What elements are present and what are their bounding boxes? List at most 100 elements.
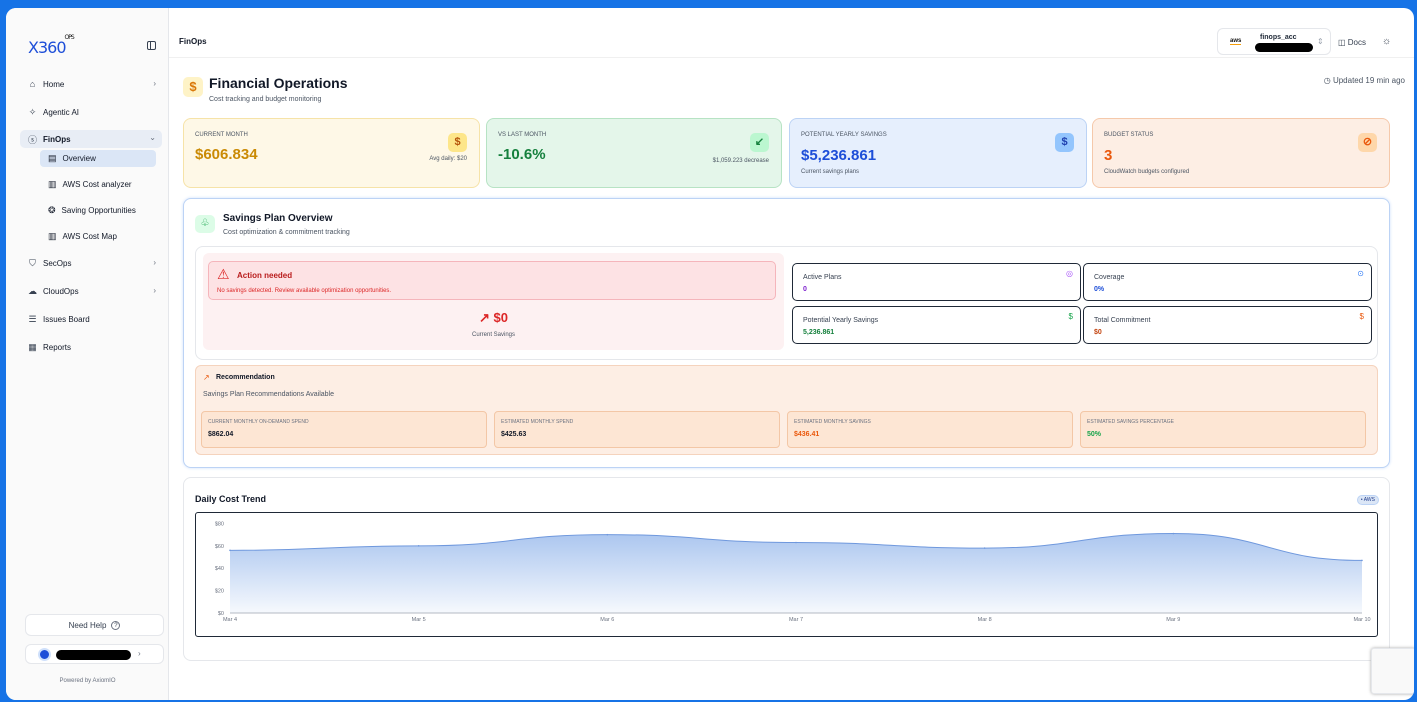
- metric-label: Coverage: [1094, 274, 1125, 281]
- sidebar-item-home[interactable]: ⌂ Home ›: [20, 70, 162, 98]
- daily-cost-trend: Daily Cost Trend • AWS $0 $20 $40 $60 $80 Mar…: [183, 477, 1390, 661]
- sidebar-item-label: Reports: [43, 342, 72, 352]
- stat-value: $606.834: [195, 146, 258, 163]
- updated-label: Updated 19 min ago: [1332, 76, 1405, 85]
- sidebar-toggle-icon[interactable]: [147, 41, 156, 50]
- page-title: Financial Operations: [209, 75, 348, 91]
- sidebar-subitem-saving-opportunities[interactable]: ❂ Saving Opportunities: [20, 197, 162, 223]
- sidebar-item-finops[interactable]: ⓢ FinOps ⌄: [20, 130, 162, 148]
- metric-value: 5,236.861: [803, 329, 835, 336]
- sidebar-item-reports[interactable]: ▦ Reports: [20, 333, 162, 361]
- avatar: [38, 648, 51, 661]
- metric-value: 0: [803, 286, 807, 293]
- updated-timestamp: ◷ Updated 19 min ago: [1324, 76, 1405, 85]
- dollar-icon: $: [1055, 133, 1074, 152]
- sparkle-icon: ✧: [28, 106, 37, 117]
- recommendation-subtitle: Savings Plan Recommendations Available: [203, 391, 335, 398]
- trend-down-icon: ↙: [750, 133, 769, 152]
- metric-coverage: Coverage 0% ⊙: [1083, 263, 1372, 301]
- y-tick-label: $20: [215, 589, 224, 595]
- data-point: [1172, 532, 1175, 535]
- metric-value: 0%: [1094, 286, 1105, 293]
- check-circle-icon: ⊙: [1357, 269, 1364, 278]
- sidebar-subitem-aws-cost-analyzer[interactable]: ▥ AWS Cost analyzer: [20, 171, 162, 197]
- warning-icon: ⚠: [217, 266, 230, 282]
- dollar-icon: $: [183, 77, 203, 97]
- piggy-bank-icon: ♧: [195, 215, 215, 233]
- stat-note: $1,059.223 decrease: [712, 158, 769, 164]
- area-chart: $0$20$40$60$80Mar 4 Mar 5 Mar 6 Mar 7 Mar 8M…: [215, 521, 1371, 623]
- chevron-down-icon: ⌄: [149, 133, 156, 142]
- data-point: [983, 547, 986, 549]
- chart-icon: ▥: [48, 178, 57, 189]
- sidebar-subitem-label: AWS Cost Map: [62, 231, 117, 241]
- account-name: finops_acc: [1260, 34, 1297, 41]
- metric-label: Total Commitment: [1094, 317, 1151, 324]
- current-savings-value: ↗ $0: [203, 310, 784, 326]
- metric-potential-yearly-savings: Potential Yearly Savings 5,236.861 $: [792, 306, 1081, 344]
- sidebar-item-issues-board[interactable]: ☰ Issues Board: [20, 305, 162, 333]
- rec-value: $862.04: [208, 431, 234, 438]
- stat-value: -10.6%: [498, 146, 546, 163]
- sidebar-item-label: Agentic AI: [43, 107, 80, 117]
- action-needed-alert: ⚠ Action needed No savings detected. Rev…: [208, 261, 776, 300]
- section-title: Savings Plan Overview: [223, 213, 333, 224]
- sidebar-item-secops[interactable]: ⛉ SecOps ›: [20, 249, 162, 277]
- alert-description: No savings detected. Review available op…: [217, 288, 392, 294]
- recommendation-title: Recommendation: [216, 374, 275, 381]
- metric-label: Active Plans: [803, 274, 842, 281]
- main-content: $ Financial Operations Cost tracking and…: [169, 59, 1414, 700]
- rec-value: $436.41: [794, 431, 820, 438]
- board-icon: ☰: [28, 313, 37, 324]
- rec-label: ESTIMATED SAVINGS PERCENTAGE: [1087, 419, 1174, 425]
- logo-sup: OPS: [64, 33, 75, 41]
- book-icon: ◫: [1338, 38, 1348, 47]
- alert-title: Action needed: [237, 271, 293, 280]
- rec-box-estimated-savings: ESTIMATED MONTHLY SAVINGS $436.41: [787, 411, 1073, 448]
- rec-box-estimated-spend: ESTIMATED MONTHLY SPEND $425.63: [494, 411, 780, 448]
- dollar-circle-icon: ⓢ: [28, 134, 38, 145]
- sidebar-item-agentic-ai[interactable]: ✧ Agentic AI: [20, 98, 162, 126]
- need-help-button[interactable]: Need Help ?: [25, 614, 164, 636]
- stat-card-potential-savings: POTENTIAL YEARLY SAVINGS $5,236.861 Curr…: [789, 118, 1087, 188]
- stat-label: CURRENT MONTH: [195, 132, 248, 138]
- y-tick-label: $40: [215, 566, 224, 572]
- stat-card-vs-last-month: VS LAST MONTH -10.6% $1,059.223 decrease…: [486, 118, 782, 188]
- theme-toggle-icon[interactable]: ☼: [1382, 36, 1391, 47]
- chart-title: Daily Cost Trend: [195, 494, 267, 504]
- rec-value: $425.63: [501, 431, 527, 438]
- shield-icon: ⛉: [29, 257, 36, 268]
- logo[interactable]: X360OPS: [28, 34, 75, 57]
- data-point: [229, 549, 231, 552]
- docs-link[interactable]: ◫ Docs: [1338, 38, 1366, 47]
- trend-up-icon: ↗: [203, 373, 210, 382]
- metric-total-commitment: Total Commitment $0 $: [1083, 306, 1372, 344]
- help-circle-icon: ?: [111, 620, 121, 630]
- savings-plan-overview: ♧ Savings Plan Overview Cost optimizatio…: [183, 198, 1390, 468]
- need-help-label: Need Help: [68, 620, 107, 630]
- sidebar-subitem-overview[interactable]: ▤ Overview: [40, 150, 156, 167]
- stat-note: Avg daily: $20: [429, 156, 467, 162]
- stat-label: VS LAST MONTH: [498, 132, 547, 138]
- sidebar-item-label: CloudOps: [43, 286, 79, 296]
- metric-label: Potential Yearly Savings: [803, 317, 879, 324]
- account-selector[interactable]: aws finops_acc ⇕: [1217, 28, 1331, 55]
- chevron-right-icon: ›: [138, 649, 141, 658]
- aws-logo-icon: aws: [1230, 38, 1242, 45]
- target-icon: ◎: [1066, 269, 1073, 278]
- chevron-right-icon: ›: [153, 258, 156, 267]
- chevron-right-icon: ›: [153, 79, 156, 88]
- cloud-icon: ☁: [28, 285, 37, 296]
- budget-icon: ⊘: [1358, 133, 1377, 152]
- coins-icon: ❂: [48, 204, 56, 215]
- metric-value: $0: [1094, 329, 1102, 336]
- user-menu[interactable]: ›: [25, 644, 164, 664]
- recaptcha-badge[interactable]: [1371, 648, 1414, 694]
- current-savings-label: Current Savings: [471, 332, 516, 338]
- dollar-icon: $: [1068, 312, 1073, 321]
- sidebar-item-cloudops[interactable]: ☁ CloudOps ›: [20, 277, 162, 305]
- sidebar-subitem-aws-cost-map[interactable]: ▥ AWS Cost Map: [20, 223, 162, 249]
- breadcrumb: FinOps: [179, 37, 207, 46]
- stat-value: 3: [1104, 147, 1113, 164]
- clock-icon: ◷: [1323, 76, 1333, 85]
